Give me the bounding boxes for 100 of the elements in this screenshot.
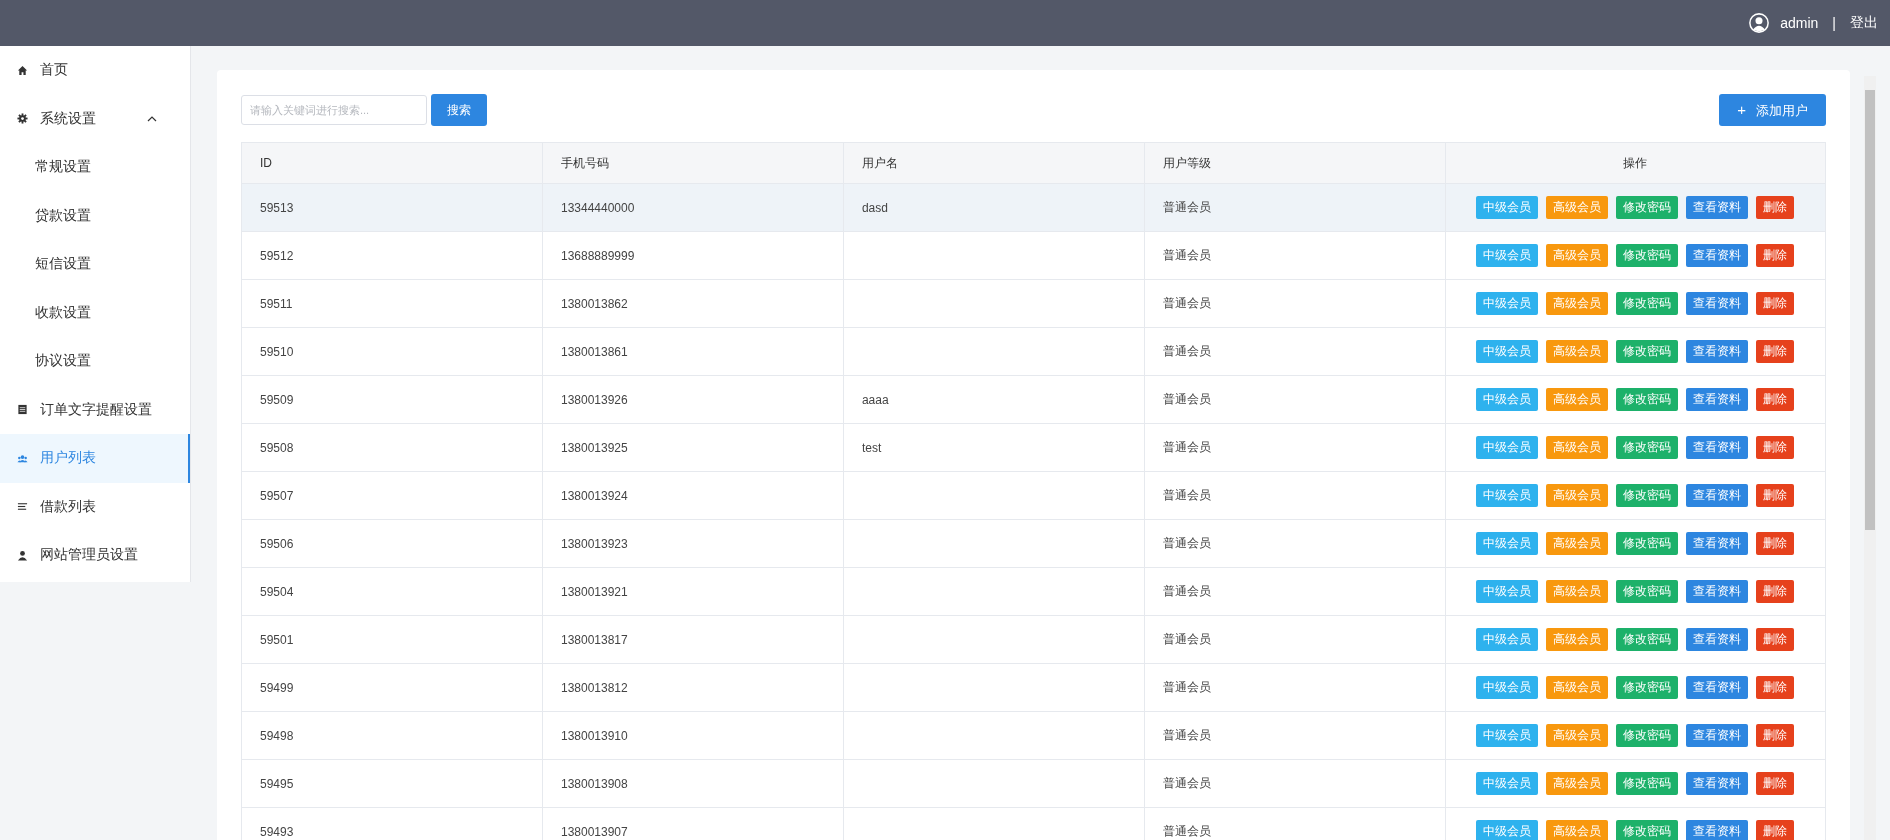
action-button[interactable]: 高级会员	[1546, 484, 1609, 507]
action-button[interactable]: 修改密码	[1616, 436, 1679, 459]
sidebar-subitem[interactable]: 协议设置	[0, 337, 190, 386]
action-button[interactable]: 修改密码	[1616, 580, 1679, 603]
action-button[interactable]: 高级会员	[1546, 628, 1609, 651]
action-button[interactable]: 高级会员	[1546, 772, 1609, 795]
action-button[interactable]: 查看资料	[1686, 196, 1749, 219]
action-button[interactable]: 修改密码	[1616, 676, 1679, 699]
action-button[interactable]: 修改密码	[1616, 292, 1679, 315]
action-button[interactable]: 修改密码	[1616, 484, 1679, 507]
document-icon	[17, 404, 28, 416]
action-button[interactable]: 高级会员	[1546, 532, 1609, 555]
sidebar-item[interactable]: 网站管理员设置	[0, 531, 190, 580]
action-button[interactable]: 查看资料	[1686, 340, 1749, 363]
action-button[interactable]: 删除	[1756, 628, 1795, 651]
action-button[interactable]: 修改密码	[1616, 772, 1679, 795]
action-button[interactable]: 中级会员	[1476, 292, 1539, 315]
table-cell: 普通会员	[1144, 375, 1446, 424]
action-button[interactable]: 中级会员	[1476, 388, 1539, 411]
action-button[interactable]: 查看资料	[1686, 676, 1749, 699]
action-button[interactable]: 高级会员	[1546, 292, 1609, 315]
action-button[interactable]: 高级会员	[1546, 244, 1609, 267]
action-button[interactable]: 删除	[1756, 580, 1795, 603]
action-button[interactable]: 查看资料	[1686, 580, 1749, 603]
action-button[interactable]: 查看资料	[1686, 772, 1749, 795]
action-button[interactable]: 高级会员	[1546, 820, 1609, 840]
action-button[interactable]: 查看资料	[1686, 436, 1749, 459]
action-button[interactable]: 修改密码	[1616, 388, 1679, 411]
action-button[interactable]: 删除	[1756, 484, 1795, 507]
table-cell: 1380013861	[542, 327, 844, 376]
action-button[interactable]: 删除	[1756, 196, 1795, 219]
action-button[interactable]: 中级会员	[1476, 484, 1539, 507]
action-button[interactable]: 修改密码	[1616, 340, 1679, 363]
action-button[interactable]: 中级会员	[1476, 772, 1539, 795]
action-button[interactable]: 删除	[1756, 388, 1795, 411]
table-cell: 1380013862	[542, 279, 844, 328]
sidebar-item[interactable]: 首页	[0, 46, 190, 95]
logout-link[interactable]: 登出	[1850, 14, 1878, 32]
sidebar-subitem[interactable]: 短信设置	[0, 240, 190, 289]
action-button[interactable]: 删除	[1756, 340, 1795, 363]
action-button[interactable]: 查看资料	[1686, 244, 1749, 267]
action-button[interactable]: 中级会员	[1476, 436, 1539, 459]
action-button[interactable]: 查看资料	[1686, 628, 1749, 651]
action-button[interactable]: 删除	[1756, 820, 1795, 840]
action-button[interactable]: 修改密码	[1616, 628, 1679, 651]
action-button[interactable]: 查看资料	[1686, 388, 1749, 411]
action-button[interactable]: 查看资料	[1686, 724, 1749, 747]
action-button[interactable]: 中级会员	[1476, 820, 1539, 840]
action-button[interactable]: 高级会员	[1546, 580, 1609, 603]
table-cell: 1380013908	[542, 759, 844, 808]
table-cell: aaaa	[843, 375, 1145, 424]
users-icon	[17, 452, 28, 464]
sidebar-item[interactable]: 系统设置	[0, 94, 190, 143]
action-button[interactable]: 删除	[1756, 676, 1795, 699]
action-button[interactable]: 中级会员	[1476, 580, 1539, 603]
chevron-icon[interactable]	[147, 115, 157, 122]
sidebar-subitem[interactable]: 贷款设置	[0, 191, 190, 240]
action-button[interactable]: 删除	[1756, 292, 1795, 315]
action-button[interactable]: 高级会员	[1546, 388, 1609, 411]
sidebar-item[interactable]: 用户列表	[0, 434, 190, 483]
action-button[interactable]: 查看资料	[1686, 484, 1749, 507]
action-button[interactable]: 修改密码	[1616, 196, 1679, 219]
action-button[interactable]: 中级会员	[1476, 244, 1539, 267]
search-button[interactable]: 搜索	[431, 94, 487, 126]
scrollbar[interactable]	[1864, 76, 1876, 840]
action-button[interactable]: 查看资料	[1686, 292, 1749, 315]
action-button[interactable]: 中级会员	[1476, 340, 1539, 363]
action-button[interactable]: 中级会员	[1476, 724, 1539, 747]
table-cell: 普通会员	[1144, 759, 1446, 808]
sidebar-item[interactable]: 借款列表	[0, 482, 190, 531]
action-button[interactable]: 删除	[1756, 724, 1795, 747]
action-button[interactable]: 高级会员	[1546, 724, 1609, 747]
action-button[interactable]: 删除	[1756, 244, 1795, 267]
search-field[interactable]: 请输入关键词进行搜索...	[241, 95, 427, 125]
action-button[interactable]: 高级会员	[1546, 676, 1609, 699]
column-header: ID	[241, 142, 543, 184]
username-label: admin	[1780, 15, 1819, 31]
action-button[interactable]: 中级会员	[1476, 676, 1539, 699]
action-button[interactable]: 中级会员	[1476, 196, 1539, 219]
user-icon	[17, 549, 28, 561]
table-cell: 59508	[241, 423, 543, 472]
sidebar-item[interactable]: 订单文字提醒设置	[0, 385, 190, 434]
action-button[interactable]: 高级会员	[1546, 340, 1609, 363]
action-button[interactable]: 查看资料	[1686, 820, 1749, 840]
action-button[interactable]: 修改密码	[1616, 244, 1679, 267]
sidebar-subitem[interactable]: 常规设置	[0, 143, 190, 192]
action-button[interactable]: 修改密码	[1616, 724, 1679, 747]
action-button[interactable]: 删除	[1756, 532, 1795, 555]
action-button[interactable]: 高级会员	[1546, 196, 1609, 219]
sidebar-subitem[interactable]: 收款设置	[0, 288, 190, 337]
action-button[interactable]: 高级会员	[1546, 436, 1609, 459]
action-button[interactable]: 查看资料	[1686, 532, 1749, 555]
table-cell: dasd	[843, 183, 1145, 232]
action-button[interactable]: 修改密码	[1616, 532, 1679, 555]
action-button[interactable]: 中级会员	[1476, 532, 1539, 555]
add-user-button[interactable]: + 添加用户	[1719, 94, 1826, 126]
action-button[interactable]: 中级会员	[1476, 628, 1539, 651]
action-button[interactable]: 删除	[1756, 436, 1795, 459]
action-button[interactable]: 修改密码	[1616, 820, 1679, 840]
action-button[interactable]: 删除	[1756, 772, 1795, 795]
